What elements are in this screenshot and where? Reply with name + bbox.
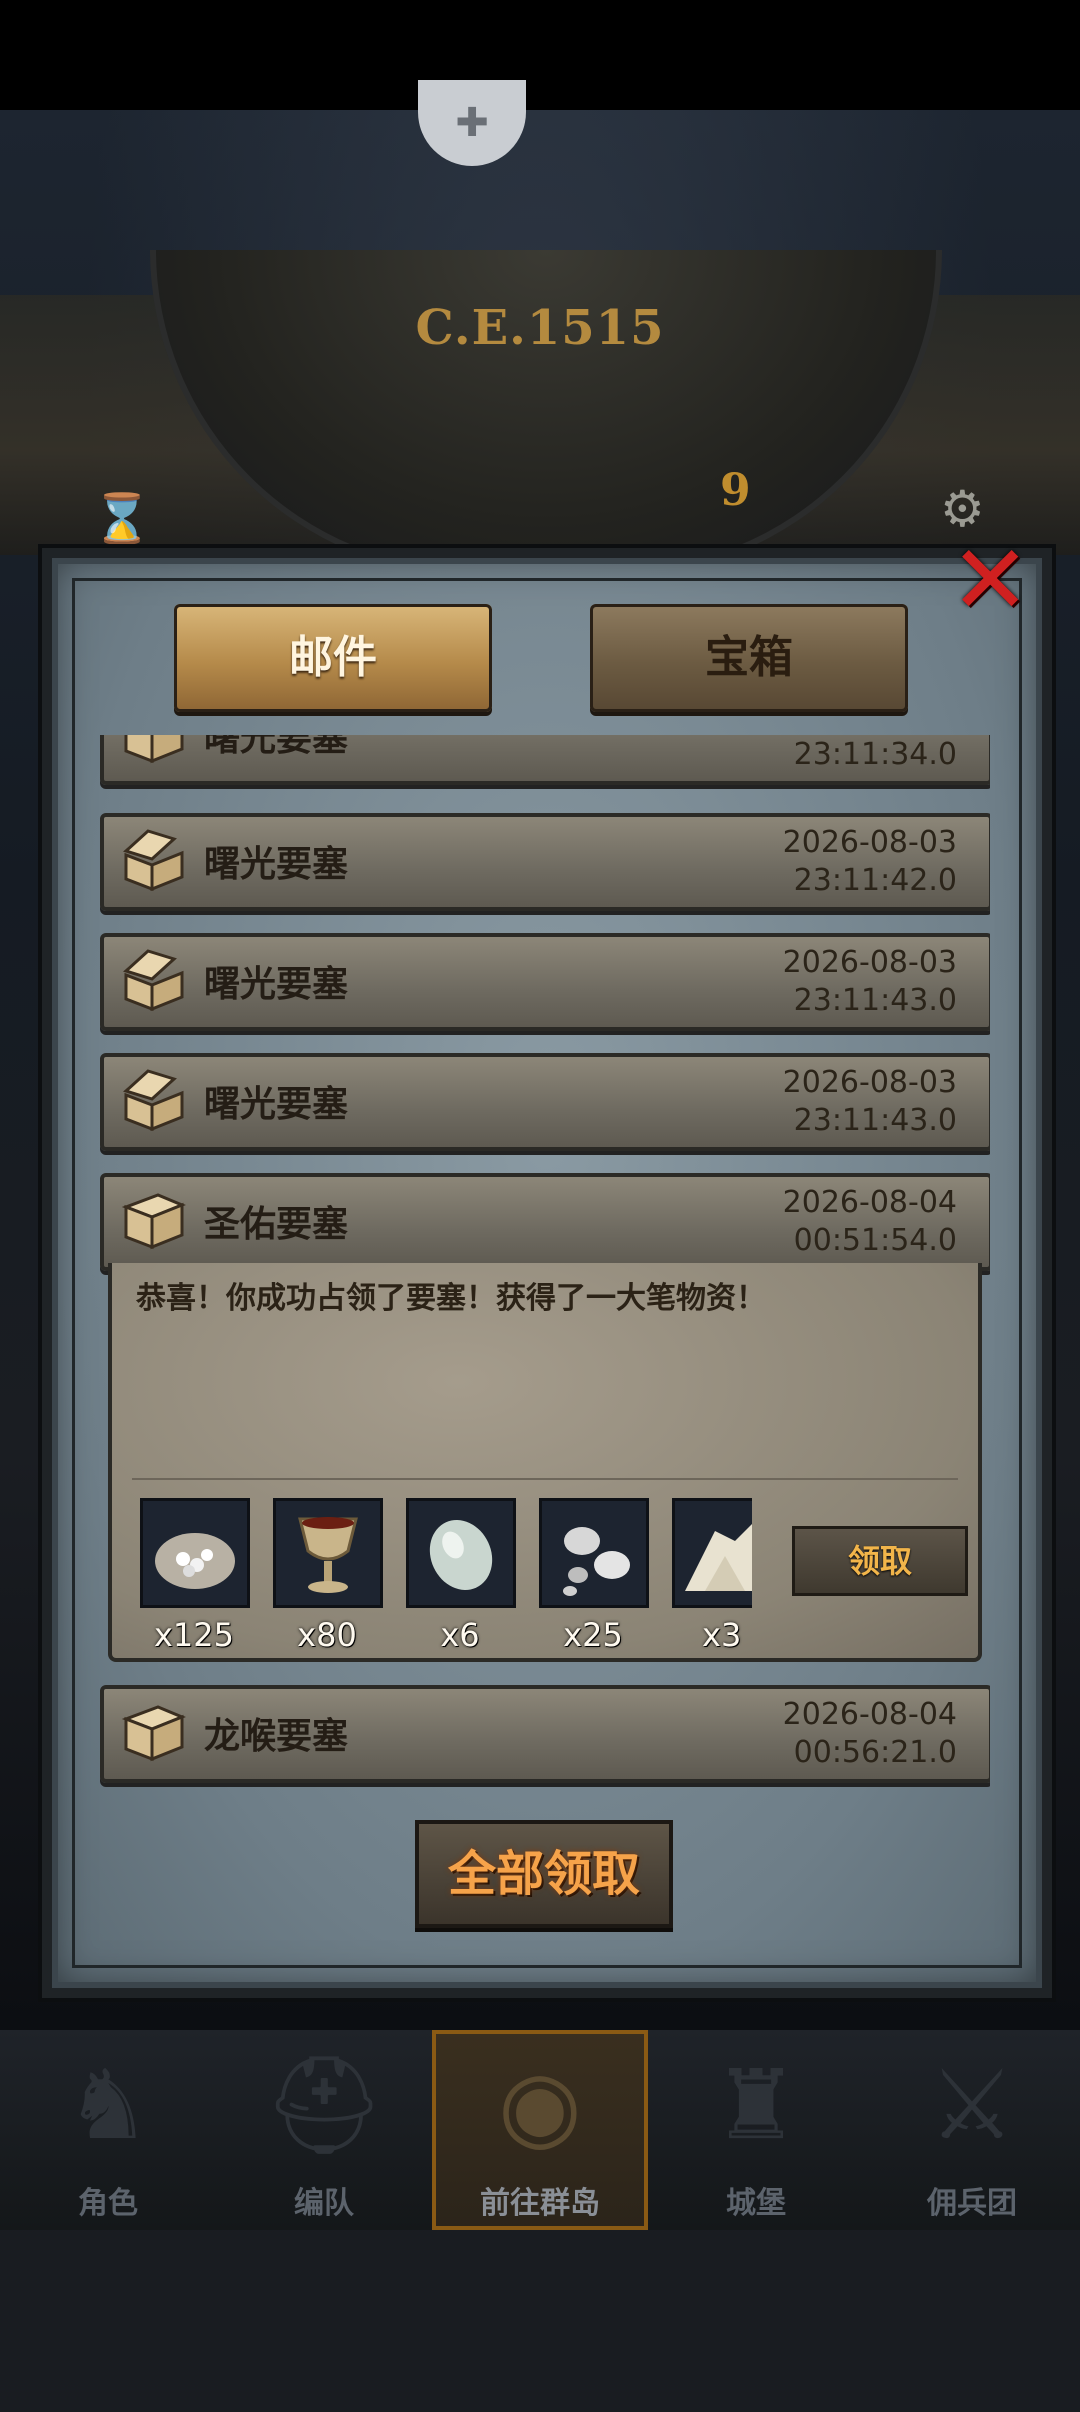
divider [132,1478,958,1480]
mail-row[interactable]: 曙光要塞 23:11:34.0 [100,735,990,785]
tab-chest[interactable]: 宝箱 [590,604,908,712]
mail-sender: 曙光要塞 [204,844,349,885]
nav-item-character[interactable]: ♞ 角色 [0,2030,216,2230]
open-chest-icon [123,1069,184,1131]
nav-item-formation[interactable]: ⛑ 编队 [216,2030,432,2230]
reward-item[interactable]: x125 [140,1498,250,1654]
status-bar [0,0,1080,110]
mail-message: 恭喜！你成功占领了要塞！获得了一大笔物资！ [136,1281,766,1316]
open-chest-icon [123,829,184,891]
mail-time: 00:56:21.0 [793,1735,957,1770]
mail-row[interactable]: 曙光要塞 2026-08-03 23:11:42.0 [100,813,990,911]
mail-sender: 曙光要塞 [204,735,349,759]
bottom-nav: ♞ 角色 ⛑ 编队 ◉ 前往群岛 ♜ 城堡 ⚔ 佣兵团 [0,2030,1080,2230]
mail-time: 23:11:34.0 [793,737,957,772]
reward-qty: x3 [702,1616,742,1654]
mail-date: 2026-08-04 [782,1185,957,1220]
island-globe-icon: ◉ [498,2049,582,2161]
reward-item[interactable]: x3 [672,1498,752,1654]
chest-icon [124,735,184,764]
hourglass-icon[interactable]: ⌛ [92,490,152,547]
nav-item-castle[interactable]: ♜ 城堡 [648,2030,864,2230]
chest-icon [121,1705,186,1762]
chalice-icon [273,1498,383,1608]
mail-sender: 曙光要塞 [204,1084,349,1125]
crystal-stone-icon [406,1498,516,1608]
nav-label: 编队 [294,2186,354,2221]
nav-label: 前往群岛 [480,2186,600,2221]
mail-sender: 曙光要塞 [204,964,349,1005]
mail-date: 2026-08-03 [782,1065,957,1100]
dial-number: 9 [720,465,751,516]
tab-mail[interactable]: 邮件 [174,604,492,712]
mail-row[interactable]: 曙光要塞 2026-08-03 23:11:43.0 [100,933,990,1031]
claim-button[interactable]: 领取 [792,1526,968,1596]
reward-qty: x125 [153,1616,234,1654]
mail-row-expanded[interactable]: 圣佑要塞 2026-08-04 00:51:54.0 [100,1173,990,1271]
reward-item[interactable]: x25 [539,1498,649,1654]
era-label: C.E.1515 [415,300,665,356]
mail-date: 2026-08-03 [782,825,957,860]
mail-content: 恭喜！你成功占领了要塞！获得了一大笔物资！ x125 x80 x6 x25 x3… [108,1263,982,1662]
gem-sack-icon [140,1498,250,1608]
mail-date: 2026-08-03 [782,945,957,980]
reward-qty: x80 [297,1616,357,1654]
reward-qty: x6 [440,1616,480,1654]
mail-time: 00:51:54.0 [793,1223,957,1258]
mail-row[interactable]: 龙喉要塞 2026-08-04 00:56:21.0 [100,1685,990,1783]
nav-label: 城堡 [726,2186,786,2221]
close-icon[interactable]: ✕ [950,532,1030,628]
knight-icon: ♞ [64,2049,152,2161]
open-chest-icon [123,949,184,1011]
claim-all-button[interactable]: 全部领取 [415,1820,673,1928]
mail-time: 23:11:42.0 [793,863,957,898]
helmet-icon: ⛑ [263,2049,385,2161]
silver-ore-icon [539,1498,649,1608]
mail-sender: 圣佑要塞 [204,1204,349,1245]
mail-row[interactable]: 曙光要塞 2026-08-03 23:11:43.0 [100,1053,990,1151]
system-nav-area [0,2230,1080,2412]
salt-pile-icon [672,1498,752,1608]
mercenary-icon: ⚔ [928,2049,1016,2161]
mail-time: 23:11:43.0 [793,983,957,1018]
mail-date: 2026-08-04 [782,1697,957,1732]
mail-time: 23:11:43.0 [793,1103,957,1138]
castle-icon: ♜ [712,2049,800,2161]
chest-icon [121,1193,186,1250]
reward-item[interactable]: x80 [273,1498,383,1654]
nav-item-islands[interactable]: ◉ 前往群岛 [432,2030,648,2230]
mail-sender: 龙喉要塞 [204,1716,349,1757]
reward-qty: x25 [563,1616,623,1654]
mail-list[interactable]: 曙光要塞 23:11:34.0 曙光要塞 2026-08-03 23:11:42… [100,735,990,1805]
nav-label: 角色 [78,2186,138,2221]
reward-item[interactable]: x6 [406,1498,516,1654]
nav-label: 佣兵团 [927,2186,1017,2221]
nav-item-mercenary[interactable]: ⚔ 佣兵团 [864,2030,1080,2230]
